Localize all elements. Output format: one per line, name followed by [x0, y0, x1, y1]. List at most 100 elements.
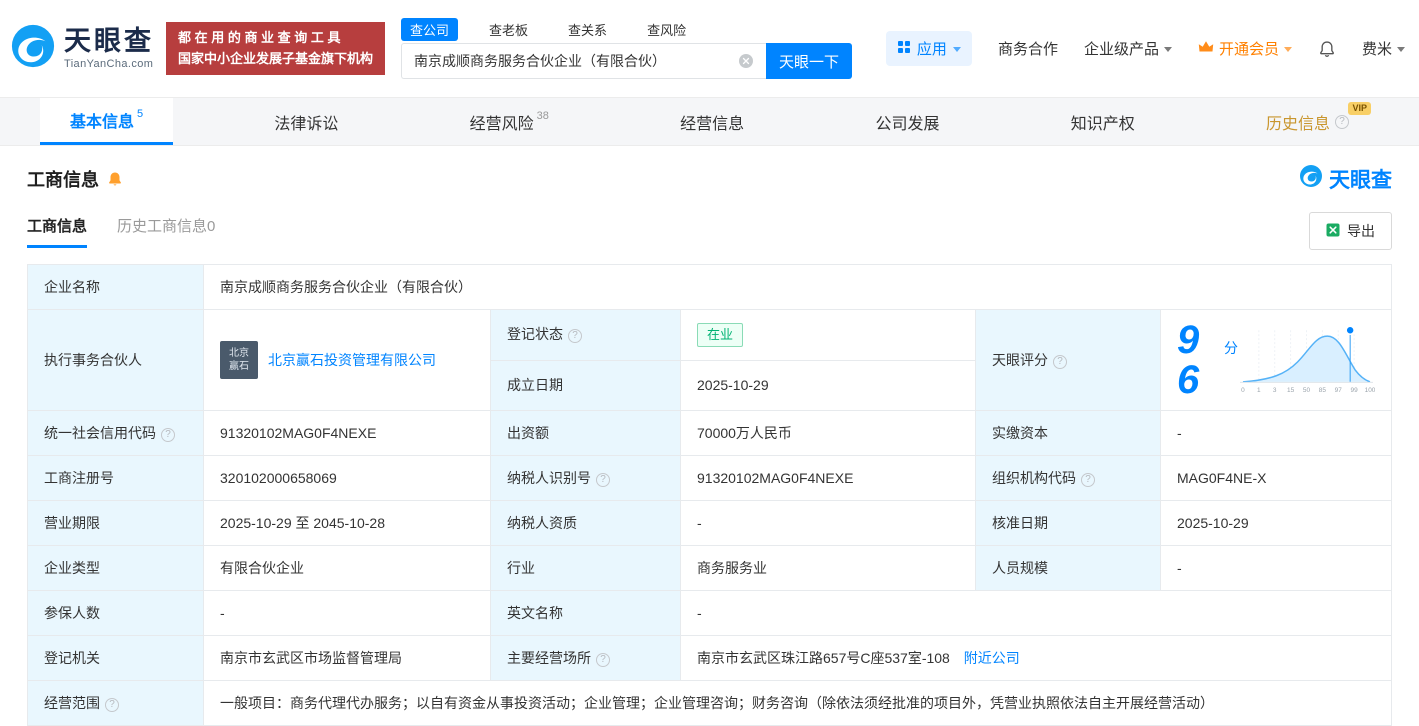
- menu-enterprise-products[interactable]: 企业级产品: [1084, 38, 1172, 59]
- help-icon[interactable]: [161, 427, 175, 442]
- table-row: 统一社会信用代码 91320102MAG0F4NEXE 出资额 70000万人民…: [27, 410, 1392, 456]
- credit-code-value: 91320102MAG0F4NEXE: [203, 410, 491, 456]
- table-row: 营业期限 2025-10-29 至 2045-10-28 纳税人资质 - 核准日…: [27, 500, 1392, 546]
- table-row: 企业名称 南京成顺商务服务合伙企业（有限合伙）: [27, 264, 1392, 310]
- svg-text:3: 3: [1273, 387, 1277, 394]
- partner-company-logo: 北京 赢石: [220, 341, 258, 379]
- tianyancha-watermark-text: 天眼查: [1329, 169, 1392, 192]
- slogan-banner: 都 在 用 的 商 业 查 询 工 具 国家中小企业发展子基金旗下机构: [166, 22, 386, 75]
- tab-label: 公司发展: [875, 115, 940, 133]
- enterprise-products-label: 企业级产品: [1083, 41, 1159, 58]
- search-area: 查公司 查老板 查关系 查风险 天眼一下: [401, 17, 853, 79]
- menu-open-vip[interactable]: 开通会员: [1198, 38, 1292, 59]
- search-input[interactable]: [401, 43, 767, 79]
- chevron-down-icon: [952, 47, 961, 52]
- search-button[interactable]: 天眼一下: [766, 43, 853, 79]
- executive-partner-label: 执行事务合伙人: [27, 309, 204, 411]
- search-tab-boss[interactable]: 查老板: [480, 18, 537, 41]
- score-number: 96 分: [1177, 320, 1238, 400]
- help-icon[interactable]: [1081, 472, 1095, 487]
- search-tab-risk[interactable]: 查风险: [638, 18, 695, 41]
- help-icon[interactable]: [1334, 114, 1349, 129]
- search-tab-relation[interactable]: 查关系: [559, 18, 616, 41]
- score-value: 96: [1177, 318, 1200, 402]
- registration-status-label: 登记状态: [490, 309, 681, 361]
- user-menu[interactable]: 费米: [1362, 38, 1405, 59]
- svg-text:100: 100: [1365, 387, 1375, 394]
- nearby-companies-link[interactable]: 附近公司: [964, 650, 1020, 666]
- subtab-business-info[interactable]: 工商信息: [27, 215, 88, 248]
- help-icon[interactable]: [596, 652, 610, 667]
- tab-history-info[interactable]: VIP 历史信息: [1236, 98, 1379, 145]
- search-tab-company[interactable]: 查公司: [401, 17, 459, 41]
- org-code-value: MAG0F4NE-X: [1160, 455, 1392, 501]
- tianyancha-score-label: 天眼评分: [975, 309, 1161, 411]
- label-text: 经营范围: [44, 694, 100, 711]
- tianyancha-logo-icon: [10, 23, 56, 74]
- table-row: 企业类型 有限合伙企业 行业 商务服务业 人员规模 -: [27, 545, 1392, 591]
- tab-company-development[interactable]: 公司发展: [845, 98, 969, 145]
- logo-subtitle: TianYanCha.com: [64, 57, 154, 70]
- registration-authority-label: 登记机关: [27, 635, 204, 681]
- export-excel-icon: [1326, 223, 1340, 240]
- username: 费米: [1361, 41, 1392, 58]
- monitor-bell-icon[interactable]: [107, 171, 123, 187]
- company-name-label: 企业名称: [27, 264, 204, 310]
- approval-date-label: 核准日期: [975, 500, 1161, 546]
- main-content: 工商信息 天眼查 工商信息 历史工商信息0 导出 企业名称 南京成顺商务服务合伙…: [0, 164, 1419, 726]
- table-row: 登记机关 南京市玄武区市场监督管理局 主要经营场所 南京市玄武区珠江路657号C…: [27, 635, 1392, 681]
- company-section-tabs: 基本信息 5 法律诉讼 经营风险 38 经营信息 公司发展 知识产权 VIP 历…: [0, 97, 1419, 146]
- tab-basic-info[interactable]: 基本信息 5: [40, 98, 174, 145]
- svg-text:50: 50: [1303, 387, 1311, 394]
- export-button[interactable]: 导出: [1309, 212, 1392, 250]
- chevron-down-icon: [1283, 47, 1292, 52]
- section-header: 工商信息 天眼查: [27, 164, 1392, 194]
- insured-count-label: 参保人数: [27, 590, 204, 636]
- search-type-tabs: 查公司 查老板 查关系 查风险: [401, 17, 852, 41]
- notifications-bell-icon[interactable]: [1318, 40, 1336, 58]
- slogan-line-2: 国家中小企业发展子基金旗下机构: [178, 50, 374, 66]
- executive-partner-link[interactable]: 北京赢石投资管理有限公司: [268, 350, 436, 371]
- chevron-down-icon: [1397, 47, 1405, 52]
- apps-grid-icon: [897, 40, 911, 58]
- tab-operating-info[interactable]: 经营信息: [650, 98, 774, 145]
- label-text: 登记状态: [507, 326, 563, 343]
- tianyancha-watermark: 天眼查: [1299, 164, 1392, 194]
- staff-size-label: 人员规模: [975, 545, 1161, 591]
- top-menu: 应用 商务合作 企业级产品 开通会员 费米: [885, 31, 1405, 66]
- label-text: 组织机构代码: [992, 469, 1076, 486]
- menu-business-cooperation[interactable]: 商务合作: [998, 38, 1058, 59]
- clear-search-icon[interactable]: [738, 53, 754, 69]
- tianyancha-logo[interactable]: 天眼查 TianYanCha.com: [10, 23, 154, 74]
- svg-text:97: 97: [1335, 387, 1343, 394]
- svg-text:15: 15: [1287, 387, 1295, 394]
- tab-intellectual-property[interactable]: 知识产权: [1041, 98, 1165, 145]
- subtab-history-business-info[interactable]: 历史工商信息0: [117, 215, 215, 248]
- tianyancha-score-value: 96 分 0 1 3 15 50 85 97 99 100: [1160, 309, 1392, 411]
- score-marker-dot: [1345, 325, 1355, 335]
- capital-label: 出资额: [490, 410, 681, 456]
- table-row: 工商注册号 320102000658069 纳税人识别号 91320102MAG…: [27, 455, 1392, 501]
- table-row: 参保人数 - 英文名称 -: [27, 590, 1392, 636]
- industry-label: 行业: [490, 545, 681, 591]
- taxpayer-id-label: 纳税人识别号: [490, 455, 681, 501]
- apps-menu-button[interactable]: 应用: [885, 31, 972, 66]
- tab-legal-proceedings[interactable]: 法律诉讼: [244, 98, 368, 145]
- approval-date-value: 2025-10-29: [1160, 500, 1392, 546]
- partner-logo-line1: 北京: [229, 347, 249, 359]
- credit-code-label: 统一社会信用代码: [27, 410, 204, 456]
- address-text: 南京市玄武区珠江路657号C座537室-108: [697, 649, 950, 666]
- business-term-label: 营业期限: [27, 500, 204, 546]
- tab-operating-risk[interactable]: 经营风险 38: [440, 98, 579, 145]
- help-icon[interactable]: [568, 329, 582, 344]
- tab-label: 法律诉讼: [274, 115, 339, 133]
- tab-label: 基本信息: [70, 114, 135, 131]
- top-header: 天眼查 TianYanCha.com 都 在 用 的 商 业 查 询 工 具 国…: [0, 0, 1419, 97]
- score-unit: 分: [1224, 340, 1239, 356]
- business-address-label: 主要经营场所: [490, 635, 681, 681]
- business-scope-value: 一般项目：商务代理代办服务；以自有资金从事投资活动；企业管理；企业管理咨询；财务…: [203, 680, 1392, 726]
- industry-value: 商务服务业: [680, 545, 976, 591]
- help-icon[interactable]: [596, 472, 610, 487]
- help-icon[interactable]: [1053, 354, 1067, 369]
- help-icon[interactable]: [105, 697, 119, 712]
